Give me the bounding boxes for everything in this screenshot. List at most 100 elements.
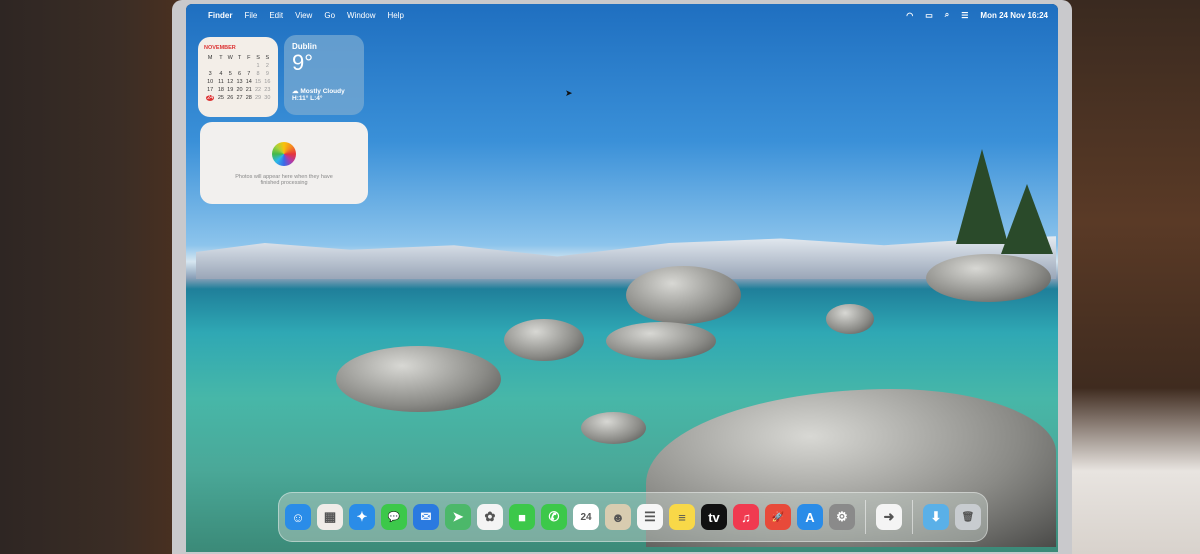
weather-temperature: 9° bbox=[292, 50, 314, 75]
dock-downloads-folder-icon[interactable]: ⬇ bbox=[923, 504, 949, 530]
menu-bar: Finder File Edit View Go Window Help ◠ ▭… bbox=[186, 4, 1058, 26]
calendar-day: 7 bbox=[247, 71, 251, 77]
dock-maps-icon[interactable]: ➤ bbox=[445, 504, 471, 530]
calendar-day: 18 bbox=[217, 87, 224, 93]
photos-widget[interactable]: Photos will appear here when they have f… bbox=[200, 122, 368, 204]
dock-migration-icon[interactable]: ➜ bbox=[876, 504, 902, 530]
dock-launchpad-icon[interactable]: ▦ bbox=[317, 504, 343, 530]
dock-music-icon[interactable]: ♫ bbox=[733, 504, 759, 530]
photos-message: Photos will appear here when they have f… bbox=[235, 174, 333, 186]
weather-condition-text: Mostly Cloudy bbox=[300, 88, 345, 95]
calendar-day: 29 bbox=[255, 95, 262, 101]
menu-file[interactable]: File bbox=[244, 11, 257, 20]
wallpaper-rock bbox=[926, 254, 1051, 302]
dock-facetime-icon[interactable]: ■ bbox=[509, 504, 535, 530]
photos-icon bbox=[272, 142, 296, 166]
wallpaper-tree bbox=[1001, 184, 1053, 254]
dock: ☺ ▦ ✦ 💬 ✉ ➤ ✿ ■ ✆ 24 ☻ ☰ ≡ tv ♫ 🚀 A ⚙ ➜ ⬇ 🗑 bbox=[278, 492, 988, 542]
calendar-day: 16 bbox=[264, 79, 271, 85]
menu-go[interactable]: Go bbox=[324, 11, 335, 20]
calendar-weekday: S bbox=[265, 55, 270, 61]
calendar-day bbox=[235, 62, 244, 70]
menu-finder[interactable]: Finder bbox=[208, 11, 232, 20]
mouse-cursor-icon: ➤ bbox=[565, 88, 573, 98]
calendar-day: 12 bbox=[227, 79, 234, 85]
calendar-month: NOVEMBER bbox=[204, 45, 236, 51]
calendar-day: 17 bbox=[207, 87, 214, 93]
room-background-right bbox=[1065, 0, 1200, 554]
calendar-day: 4 bbox=[219, 71, 223, 77]
calendar-weekday: W bbox=[227, 55, 233, 61]
dock-trash-icon[interactable]: 🗑 bbox=[955, 504, 981, 530]
wallpaper-rock bbox=[581, 412, 646, 444]
menu-help[interactable]: Help bbox=[387, 11, 403, 20]
weather-high-low: H:11° L:4° bbox=[292, 95, 323, 102]
calendar-weekday: M bbox=[207, 55, 213, 61]
calendar-day: 21 bbox=[245, 87, 252, 93]
calendar-day: 22 bbox=[255, 87, 262, 93]
calendar-weekday: T bbox=[237, 55, 242, 61]
weather-condition: ☁ Mostly Cloudy bbox=[292, 88, 345, 95]
menu-clock[interactable]: Mon 24 Nov 16:24 bbox=[980, 11, 1048, 20]
calendar-day: 26 bbox=[227, 95, 234, 101]
dock-system-settings-icon[interactable]: ⚙ bbox=[829, 504, 855, 530]
wallpaper-rock bbox=[336, 346, 501, 412]
calendar-day: 15 bbox=[255, 79, 262, 85]
calendar-day bbox=[216, 62, 225, 70]
dock-phone-icon[interactable]: ✆ bbox=[541, 504, 567, 530]
dock-reminders-icon[interactable]: ☰ bbox=[637, 504, 663, 530]
wifi-icon[interactable]: ◠ bbox=[906, 11, 913, 20]
weather-widget[interactable]: Dublin 9° ☁ Mostly Cloudy H:11° L:4° bbox=[284, 35, 364, 115]
calendar-day: 6 bbox=[237, 71, 242, 77]
calendar-day: 27 bbox=[236, 95, 243, 101]
wallpaper-rock bbox=[504, 319, 584, 361]
calendar-weekday: T bbox=[219, 55, 223, 61]
calendar-day: 3 bbox=[208, 71, 212, 77]
calendar-day: 2 bbox=[265, 63, 269, 69]
menu-view[interactable]: View bbox=[295, 11, 312, 20]
battery-icon[interactable]: ▭ bbox=[925, 11, 933, 20]
calendar-day: 30 bbox=[264, 95, 271, 101]
calendar-day bbox=[226, 62, 235, 70]
calendar-day: 14 bbox=[245, 79, 252, 85]
dock-finder-icon[interactable]: ☺ bbox=[285, 504, 311, 530]
menu-edit[interactable]: Edit bbox=[269, 11, 283, 20]
calendar-day: 1 bbox=[256, 63, 260, 69]
calendar-day: 24 bbox=[204, 94, 216, 102]
menu-window[interactable]: Window bbox=[347, 11, 375, 20]
dock-calendar-icon[interactable]: 24 bbox=[573, 504, 599, 530]
dock-messages-icon[interactable]: 💬 bbox=[381, 504, 407, 530]
calendar-widget[interactable]: NOVEMBER M T W T F S S 1 2 3 4 5 6 7 8 9 10 11 12 13 14 15 16 1… bbox=[198, 37, 278, 117]
dock-launcher-icon[interactable]: 🚀 bbox=[765, 504, 791, 530]
dock-contacts-icon[interactable]: ☻ bbox=[605, 504, 631, 530]
wallpaper-rock bbox=[626, 266, 741, 324]
dock-separator bbox=[865, 500, 866, 534]
calendar-today: 24 bbox=[206, 95, 215, 101]
calendar-weekday: S bbox=[256, 55, 260, 61]
calendar-weekday: F bbox=[247, 55, 251, 61]
calendar-day: 11 bbox=[218, 79, 224, 85]
dock-safari-icon[interactable]: ✦ bbox=[349, 504, 375, 530]
wallpaper-rock bbox=[826, 304, 874, 334]
dock-photos-icon[interactable]: ✿ bbox=[477, 504, 503, 530]
calendar-day: 8 bbox=[256, 71, 260, 77]
calendar-grid: M T W T F S S 1 2 3 4 5 6 7 8 9 10 11 12 13 14 15 16 17 18 19 20 21… bbox=[204, 54, 272, 102]
calendar-day: 10 bbox=[207, 79, 214, 85]
calendar-day: 25 bbox=[217, 95, 224, 101]
calendar-day bbox=[244, 62, 253, 70]
dock-mail-icon[interactable]: ✉ bbox=[413, 504, 439, 530]
dock-app-store-icon[interactable]: A bbox=[797, 504, 823, 530]
screen: Finder File Edit View Go Window Help ◠ ▭… bbox=[186, 4, 1058, 552]
calendar-day: 13 bbox=[236, 79, 243, 85]
dock-separator bbox=[912, 500, 913, 534]
calendar-day: 28 bbox=[245, 95, 252, 101]
search-icon[interactable]: ⌕ bbox=[945, 10, 949, 20]
calendar-day: 20 bbox=[236, 87, 243, 93]
dock-apple-tv-icon[interactable]: tv bbox=[701, 504, 727, 530]
calendar-day: 19 bbox=[227, 87, 234, 93]
dock-notes-icon[interactable]: ≡ bbox=[669, 504, 695, 530]
control-center-icon[interactable]: ☰ bbox=[961, 11, 968, 20]
calendar-day: 5 bbox=[228, 71, 232, 77]
wallpaper-rock bbox=[606, 322, 716, 360]
calendar-day: 9 bbox=[265, 71, 269, 77]
